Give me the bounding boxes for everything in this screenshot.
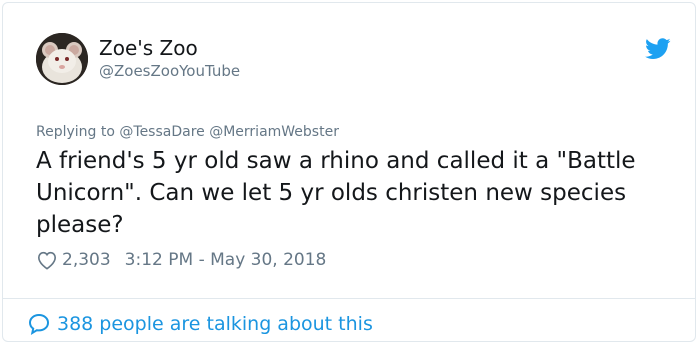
speech-bubble-icon bbox=[28, 313, 50, 336]
twitter-bird-icon[interactable] bbox=[645, 38, 671, 60]
like-count[interactable]: 2,303 bbox=[62, 248, 111, 272]
display-name[interactable]: Zoe's Zoo bbox=[99, 36, 198, 60]
replying-to-label: Replying to bbox=[36, 124, 115, 140]
mention-link[interactable]: @TessaDare bbox=[119, 124, 204, 140]
replying-to: Replying to @TessaDare @MerriamWebster bbox=[36, 123, 339, 141]
tweet-card[interactable]: Zoe's Zoo @ZoesZooYouTube Replying to @T… bbox=[2, 2, 696, 342]
conversation-link[interactable]: 388 people are talking about this bbox=[27, 311, 373, 337]
tweet-meta: 2,303 3:12 PM - May 30, 2018 bbox=[36, 248, 326, 272]
tweet-text: A friend's 5 yr old saw a rhino and call… bbox=[36, 148, 636, 238]
conversation-text[interactable]: 388 people are talking about this bbox=[57, 311, 373, 337]
mention-link[interactable]: @MerriamWebster bbox=[209, 124, 339, 140]
avatar[interactable] bbox=[36, 33, 88, 85]
heart-icon[interactable] bbox=[36, 250, 58, 270]
divider bbox=[3, 298, 695, 299]
rat-avatar-image bbox=[36, 33, 88, 85]
user-handle[interactable]: @ZoesZooYouTube bbox=[99, 62, 240, 80]
timestamp[interactable]: 3:12 PM - May 30, 2018 bbox=[125, 248, 327, 272]
